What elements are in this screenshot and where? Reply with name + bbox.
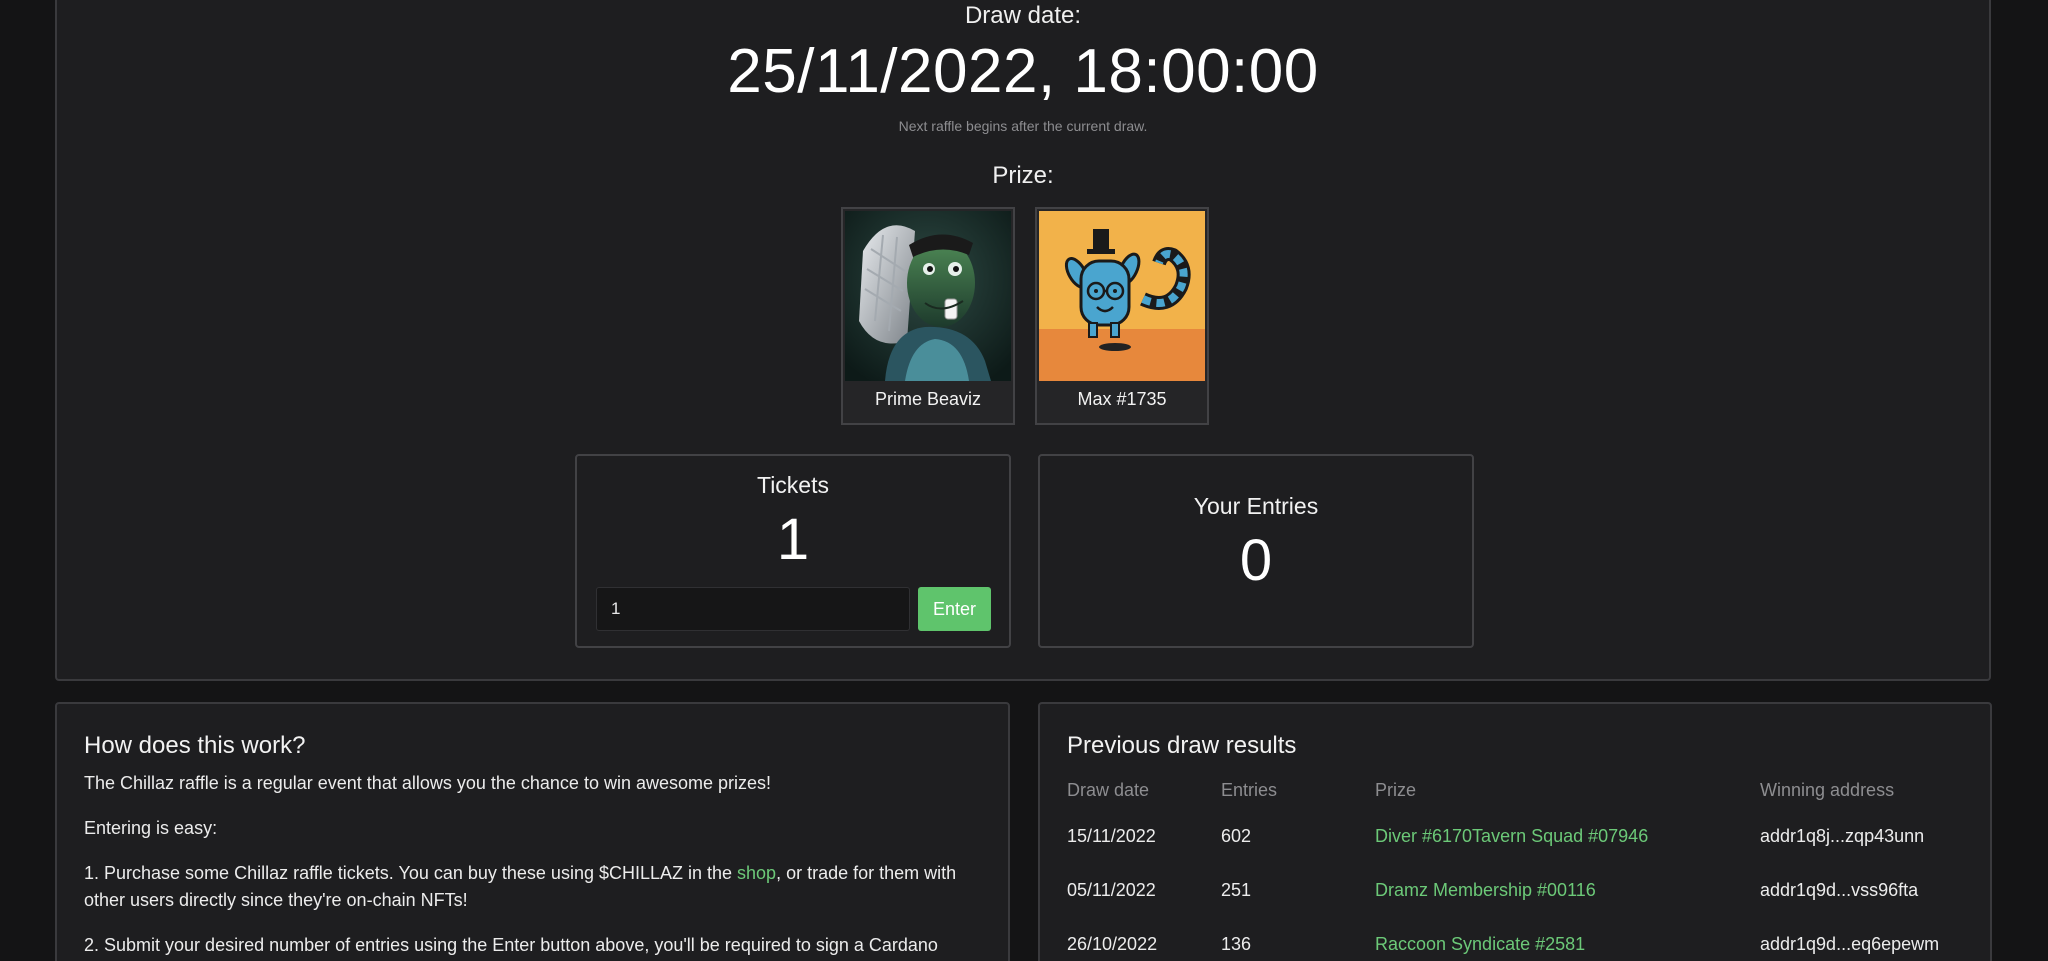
prize-card-max-1735[interactable]: Max #1735 <box>1035 207 1209 425</box>
step-1-text: 1. Purchase some Chillaz raffle tickets.… <box>84 860 984 914</box>
column-header-winning-address: Winning address <box>1760 780 1895 800</box>
prime-beaviz-image <box>845 211 1011 381</box>
row-entries: 251 <box>1221 880 1252 900</box>
prize-name: Prime Beaviz <box>874 389 982 409</box>
max-1735-image <box>1039 211 1205 381</box>
row-prize-link[interactable]: Raccoon Syndicate #2581 <box>1375 934 1585 955</box>
row-winning-address: addr1q9d...eq6epewm <box>1760 934 1940 954</box>
how-it-works-title: How does this work? <box>84 732 306 759</box>
column-header-prize: Prize <box>1375 780 1417 800</box>
step-2-text: 2. Submit your desired number of entries… <box>84 935 938 955</box>
column-header-entries: Entries <box>1221 780 1278 800</box>
tickets-title: Tickets <box>757 472 829 498</box>
step-1-before: 1. Purchase some Chillaz raffle tickets.… <box>84 863 738 883</box>
tickets-count: 1 <box>776 507 810 572</box>
ticket-quantity-input[interactable] <box>596 587 910 631</box>
prize-label: Prize: <box>992 162 1054 189</box>
previous-results-panel: Previous draw results Draw date Entries … <box>1038 702 1992 961</box>
next-raffle-note: Next raffle begins after the current dra… <box>898 118 1148 134</box>
your-entries-title: Your Entries <box>1193 493 1319 519</box>
your-entries-box: Your Entries 0 <box>1038 454 1474 648</box>
previous-results-title: Previous draw results <box>1067 732 1297 759</box>
row-entries: 602 <box>1221 826 1252 846</box>
shop-link[interactable]: shop <box>737 863 776 883</box>
draw-date-label: Draw date: <box>964 2 1082 29</box>
row-winning-address: addr1q9d...vss96fta <box>1760 880 1919 900</box>
row-entries: 136 <box>1221 934 1252 954</box>
raffle-panel: Draw date: 25/11/2022, 18:00:00 Next raf… <box>55 0 1991 681</box>
entering-easy-text: Entering is easy: <box>84 818 218 838</box>
column-header-draw-date: Draw date <box>1067 780 1150 800</box>
row-draw-date: 15/11/2022 <box>1067 826 1156 846</box>
row-winning-address: addr1q8j...zqp43unn <box>1760 826 1925 846</box>
draw-date-value: 25/11/2022, 18:00:00 <box>727 37 1319 106</box>
row-draw-date: 05/11/2022 <box>1067 880 1156 900</box>
prize-name: Max #1735 <box>1077 389 1167 409</box>
your-entries-count: 0 <box>1239 528 1273 593</box>
prize-card-prime-beaviz[interactable]: Prime Beaviz <box>841 207 1015 425</box>
intro-text: The Chillaz raffle is a regular event th… <box>84 773 772 793</box>
row-prize-link[interactable]: Diver #6170Tavern Squad #07946 <box>1375 826 1648 847</box>
tickets-box: Tickets 1 Enter <box>575 454 1011 648</box>
row-prize-link[interactable]: Dramz Membership #00116 <box>1375 880 1596 901</box>
row-draw-date: 26/10/2022 <box>1067 934 1158 954</box>
page: Draw date: 25/11/2022, 18:00:00 Next raf… <box>0 0 2048 961</box>
enter-button[interactable]: Enter <box>918 587 991 631</box>
how-it-works-panel: How does this work? The Chillaz raffle i… <box>55 702 1010 961</box>
